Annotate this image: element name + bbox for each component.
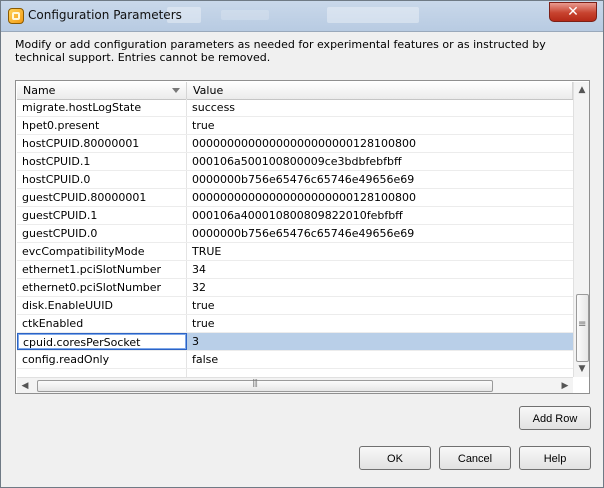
parameter-name[interactable]: migrate.hostLogState: [17, 99, 187, 116]
window-title: Configuration Parameters: [28, 8, 182, 22]
empty-parameter-value[interactable]: [187, 369, 573, 377]
parameter-name[interactable]: hostCPUID.80000001: [17, 135, 187, 152]
selected-parameter-value[interactable]: 3: [187, 333, 573, 350]
column-header-value[interactable]: Value: [187, 82, 573, 99]
background-title-shadow: [327, 7, 419, 23]
table-row[interactable]: disk.EnableUUID true: [17, 297, 573, 315]
vertical-scroll-thumb[interactable]: [576, 294, 589, 362]
horizontal-scroll-thumb[interactable]: [37, 378, 493, 392]
empty-parameter-name[interactable]: [17, 369, 187, 377]
parameter-value[interactable]: TRUE: [187, 243, 573, 260]
scroll-right-icon[interactable]: ▶: [557, 378, 573, 393]
parameter-name[interactable]: guestCPUID.80000001: [17, 189, 187, 206]
parameter-value[interactable]: 00000000000000000000000128100800: [187, 189, 573, 206]
table-row[interactable]: evcCompatibilityMode TRUE: [17, 243, 573, 261]
parameter-value[interactable]: 0000000b756e65476c65746e49656e69: [187, 225, 573, 242]
vertical-scrollbar[interactable]: ▲ ▼: [573, 82, 589, 377]
table-row[interactable]: config.readOnly false: [17, 351, 573, 369]
parameter-value[interactable]: 00000000000000000000000128100800: [187, 135, 573, 152]
parameter-name[interactable]: config.readOnly: [17, 351, 187, 368]
configuration-parameters-dialog: Configuration Parameters ✕ Modify or add…: [0, 0, 604, 488]
table-row[interactable]: hostCPUID.80000001 0000000000000000000000…: [17, 135, 573, 153]
parameters-table: Name Value migrate.hostLogState success h…: [15, 80, 590, 394]
parameter-name[interactable]: guestCPUID.0: [17, 225, 187, 242]
table-row[interactable]: hostCPUID.0 0000000b756e65476c65746e49656…: [17, 171, 573, 189]
help-button[interactable]: Help: [519, 446, 591, 470]
parameter-value[interactable]: true: [187, 315, 573, 332]
parameter-value[interactable]: success: [187, 99, 573, 116]
close-button[interactable]: ✕: [549, 2, 597, 22]
title-bar: Configuration Parameters ✕: [1, 1, 603, 32]
scroll-left-icon[interactable]: ◀: [17, 378, 33, 393]
parameter-name[interactable]: ethernet1.pciSlotNumber: [17, 261, 187, 278]
parameter-name[interactable]: hostCPUID.1: [17, 153, 187, 170]
close-icon: ✕: [567, 4, 579, 20]
parameter-value[interactable]: true: [187, 297, 573, 314]
scroll-up-icon[interactable]: ▲: [574, 82, 589, 98]
selected-table-row[interactable]: cpuid.coresPerSocket 3: [17, 333, 573, 351]
parameter-value[interactable]: false: [187, 351, 573, 368]
table-row[interactable]: ethernet0.pciSlotNumber 32: [17, 279, 573, 297]
table-header: Name Value: [17, 82, 573, 100]
table-rows: migrate.hostLogState success hpet0.presen…: [17, 99, 573, 377]
parameter-value[interactable]: 32: [187, 279, 573, 296]
table-row[interactable]: hpet0.present true: [17, 117, 573, 135]
parameter-name[interactable]: hpet0.present: [17, 117, 187, 134]
parameter-name[interactable]: disk.EnableUUID: [17, 297, 187, 314]
parameter-value[interactable]: 0000000b756e65476c65746e49656e69: [187, 171, 573, 188]
table-row[interactable]: ctkEnabled true: [17, 315, 573, 333]
sort-icon: [172, 88, 180, 93]
table-row[interactable]: guestCPUID.1 000106a400010800809822010feb…: [17, 207, 573, 225]
table-row[interactable]: ethernet1.pciSlotNumber 34: [17, 261, 573, 279]
parameter-value[interactable]: true: [187, 117, 573, 134]
background-title-shadow: [221, 10, 269, 20]
parameter-value[interactable]: 000106a500100800009ce3bdbfebfbff: [187, 153, 573, 170]
description-text: Modify or add configuration parameters a…: [15, 38, 546, 64]
parameter-name[interactable]: guestCPUID.1: [17, 207, 187, 224]
cancel-button[interactable]: Cancel: [439, 446, 511, 470]
empty-table-row[interactable]: [17, 369, 573, 377]
horizontal-scrollbar[interactable]: ◀ ▶: [17, 377, 573, 393]
selected-parameter-name[interactable]: cpuid.coresPerSocket: [17, 333, 187, 350]
table-row[interactable]: hostCPUID.1 000106a500100800009ce3bdbfebf…: [17, 153, 573, 171]
table-row[interactable]: migrate.hostLogState success: [17, 99, 573, 117]
column-header-name[interactable]: Name: [17, 82, 187, 99]
table-row[interactable]: guestCPUID.0 0000000b756e65476c65746e4965…: [17, 225, 573, 243]
parameter-name[interactable]: ctkEnabled: [17, 315, 187, 332]
add-row-button[interactable]: Add Row: [519, 406, 591, 430]
table-row[interactable]: guestCPUID.80000001 000000000000000000000…: [17, 189, 573, 207]
parameter-name[interactable]: hostCPUID.0: [17, 171, 187, 188]
parameter-name[interactable]: evcCompatibilityMode: [17, 243, 187, 260]
vmware-icon: [8, 8, 24, 24]
scroll-down-icon[interactable]: ▼: [574, 361, 589, 377]
parameter-value[interactable]: 34: [187, 261, 573, 278]
parameter-value[interactable]: 000106a400010800809822010febfbff: [187, 207, 573, 224]
ok-button[interactable]: OK: [359, 446, 431, 470]
parameter-name[interactable]: ethernet0.pciSlotNumber: [17, 279, 187, 296]
